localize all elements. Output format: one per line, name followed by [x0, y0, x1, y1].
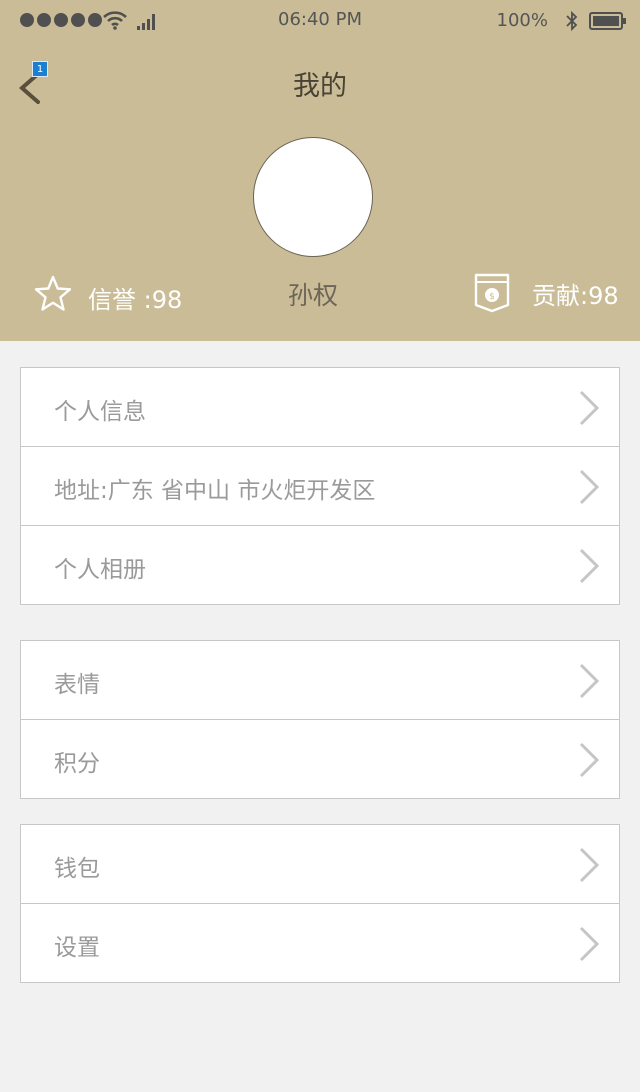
- menu-item-album[interactable]: 个人相册: [21, 526, 619, 604]
- battery-icon: [589, 12, 626, 30]
- menu-item-personal-info[interactable]: 个人信息: [21, 368, 619, 447]
- menu-item-label: 个人相册: [54, 557, 146, 583]
- page-title: 我的: [293, 71, 347, 102]
- menu-item-label: 设置: [54, 935, 100, 961]
- chevron-right-icon: [579, 847, 600, 883]
- menu-item-label: 个人信息: [54, 399, 146, 425]
- menu-item-label: 表情: [54, 672, 100, 698]
- contribution-badge-icon: $: [474, 273, 510, 313]
- chevron-right-icon: [579, 469, 600, 505]
- menu-item-wallet[interactable]: 钱包: [21, 825, 619, 904]
- menu-item-label: 钱包: [54, 856, 100, 882]
- menu-item-label: 积分: [54, 751, 100, 777]
- chevron-right-icon: [579, 548, 600, 584]
- avatar[interactable]: [253, 137, 373, 257]
- menu-item-address[interactable]: 地址:广东 省中山 市火炬开发区: [21, 447, 619, 526]
- menu-group-profile: 个人信息 地址:广东 省中山 市火炬开发区 个人相册: [20, 367, 620, 605]
- contribution-score: 贡献:98: [532, 282, 619, 310]
- bluetooth-icon: [566, 10, 578, 32]
- chevron-right-icon: [579, 663, 600, 699]
- menu-item-label: 地址:广东 省中山 市火炬开发区: [54, 478, 376, 504]
- chevron-right-icon: [579, 390, 600, 426]
- menu-item-settings[interactable]: 设置: [21, 904, 619, 982]
- chevron-right-icon: [579, 926, 600, 962]
- menu-item-stickers[interactable]: 表情: [21, 641, 619, 720]
- menu-item-points[interactable]: 积分: [21, 720, 619, 798]
- menu-group-extras: 表情 积分: [20, 640, 620, 799]
- menu-group-account: 钱包 设置: [20, 824, 620, 983]
- battery-percentage: 100%: [496, 10, 548, 31]
- svg-text:$: $: [489, 292, 495, 302]
- status-bar: 06:40 PM 100%: [0, 0, 640, 40]
- profile-header: 06:40 PM 100% 1 我的 信誉 :98 孙权 $ 贡献:98: [0, 0, 640, 341]
- chevron-right-icon: [579, 742, 600, 778]
